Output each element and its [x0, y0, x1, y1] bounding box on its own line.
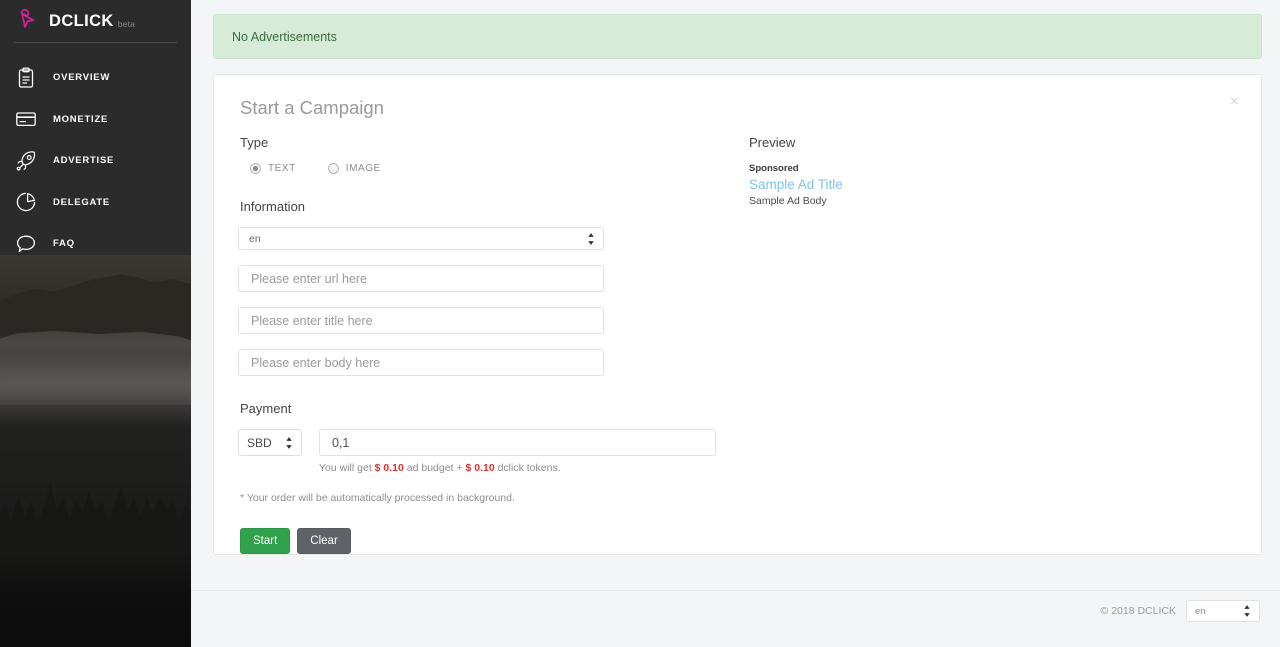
hint-middle: ad budget +	[403, 462, 466, 474]
radio-dot-text[interactable]	[250, 163, 261, 174]
clipboard-icon	[14, 66, 38, 90]
sidebar-item-advertise[interactable]: ADVERTISE	[0, 140, 191, 182]
page-title: Start a Campaign	[240, 97, 384, 118]
preview-label: Preview	[749, 135, 796, 150]
sidebar-item-monetize[interactable]: MONETIZE	[0, 99, 191, 141]
sidebar-item-delegate[interactable]: DELEGATE	[0, 182, 191, 224]
url-input[interactable]	[249, 270, 593, 287]
hint-token-amount: $ 0.10	[465, 462, 495, 474]
payment-hint: You will get $ 0.10 ad budget + $ 0.10 d…	[319, 462, 743, 474]
amount-input[interactable]	[330, 434, 705, 451]
radio-option-text[interactable]: TEXT	[250, 163, 296, 174]
footer-language-select[interactable]: en	[1186, 600, 1260, 622]
sidebar-item-label: FAQ	[53, 238, 75, 250]
mist	[0, 355, 191, 427]
clear-button[interactable]: Clear	[297, 528, 351, 555]
hint-budget-amount: $ 0.10	[374, 462, 404, 474]
sidebar-item-label: ADVERTISE	[53, 155, 115, 167]
sidebar-item-overview[interactable]: OVERVIEW	[0, 57, 191, 99]
form-actions: Start Clear	[240, 528, 743, 555]
radio-option-image[interactable]: IMAGE	[327, 163, 381, 174]
sidebar-item-faq[interactable]: FAQ	[0, 223, 191, 265]
type-radio-group: TEXT IMAGE	[238, 163, 743, 174]
campaign-form: Type TEXT IMAGE Information en Please en…	[238, 135, 743, 555]
language-select[interactable]: en	[238, 227, 604, 250]
main-content: No Advertisements × Start a Campaign Typ…	[191, 0, 1280, 647]
amount-input-wrap[interactable]	[319, 429, 716, 456]
title-input-wrap[interactable]	[238, 307, 604, 334]
payment-section-label: Payment	[240, 401, 292, 416]
body-input-wrap[interactable]	[238, 349, 604, 376]
preview-ad-title[interactable]: Sample Ad Title	[749, 177, 1237, 192]
copyright-text: © 2018 DCLICK	[1100, 605, 1176, 617]
payment-row: SBD	[238, 429, 743, 456]
sidebar: DCLICK beta OVERVIEW MONETIZE ADVERTISE …	[0, 0, 191, 647]
order-note: * Your order will be automatically proce…	[240, 492, 515, 504]
hint-suffix: dclick tokens.	[494, 462, 561, 474]
no-advertisements-alert: No Advertisements	[213, 14, 1262, 59]
alert-text: No Advertisements	[232, 29, 337, 44]
brand-beta-badge: beta	[117, 19, 136, 29]
body-input[interactable]	[249, 354, 593, 371]
sidebar-item-label: DELEGATE	[53, 196, 111, 208]
language-select-value: en	[249, 232, 261, 245]
start-campaign-card: × Start a Campaign Type TEXT IMAGE Infor…	[213, 74, 1262, 555]
chevron-updown-icon	[587, 232, 595, 245]
mountain-ridge	[0, 274, 191, 329]
url-input-wrap[interactable]	[238, 265, 604, 292]
close-icon[interactable]: ×	[1230, 94, 1239, 110]
preview-ad-body: Sample Ad Body	[749, 195, 827, 207]
footer-divider	[191, 590, 1280, 591]
cursor-click-icon	[14, 8, 40, 34]
pie-chart-icon	[14, 190, 38, 214]
currency-select-value: SBD	[247, 435, 272, 450]
currency-select[interactable]: SBD	[238, 429, 302, 456]
credit-card-icon	[14, 107, 38, 131]
rocket-icon	[14, 149, 38, 173]
footer: © 2018 DCLICK en	[1101, 600, 1260, 622]
radio-label-text: TEXT	[268, 163, 296, 174]
dark-foreground	[0, 555, 191, 647]
app-root: DCLICK beta OVERVIEW MONETIZE ADVERTISE …	[0, 0, 1280, 647]
preview-sponsored-label: Sponsored	[749, 163, 799, 174]
brand-logo[interactable]: DCLICK beta	[0, 0, 191, 42]
chevron-updown-icon	[1243, 605, 1251, 618]
footer-language-value: en	[1195, 605, 1206, 617]
hint-prefix: You will get	[319, 462, 375, 474]
sidebar-background-photo	[0, 255, 191, 647]
start-button[interactable]: Start	[240, 528, 291, 555]
chevron-updown-icon	[285, 436, 293, 449]
sidebar-item-label: MONETIZE	[53, 113, 109, 125]
sidebar-nav: OVERVIEW MONETIZE ADVERTISE DELEGATE FAQ	[0, 43, 191, 265]
sidebar-item-label: OVERVIEW	[53, 72, 111, 84]
radio-dot-image[interactable]	[327, 163, 339, 174]
information-section-label: Information	[240, 199, 306, 214]
type-section-label: Type	[240, 135, 269, 150]
brand-name: DCLICK	[49, 11, 114, 30]
speech-bubble-icon	[14, 232, 38, 256]
title-input[interactable]	[249, 312, 593, 329]
radio-label-image: IMAGE	[345, 163, 381, 174]
preview-panel: Preview Sponsored Sample Ad Title Sample…	[743, 135, 1237, 554]
